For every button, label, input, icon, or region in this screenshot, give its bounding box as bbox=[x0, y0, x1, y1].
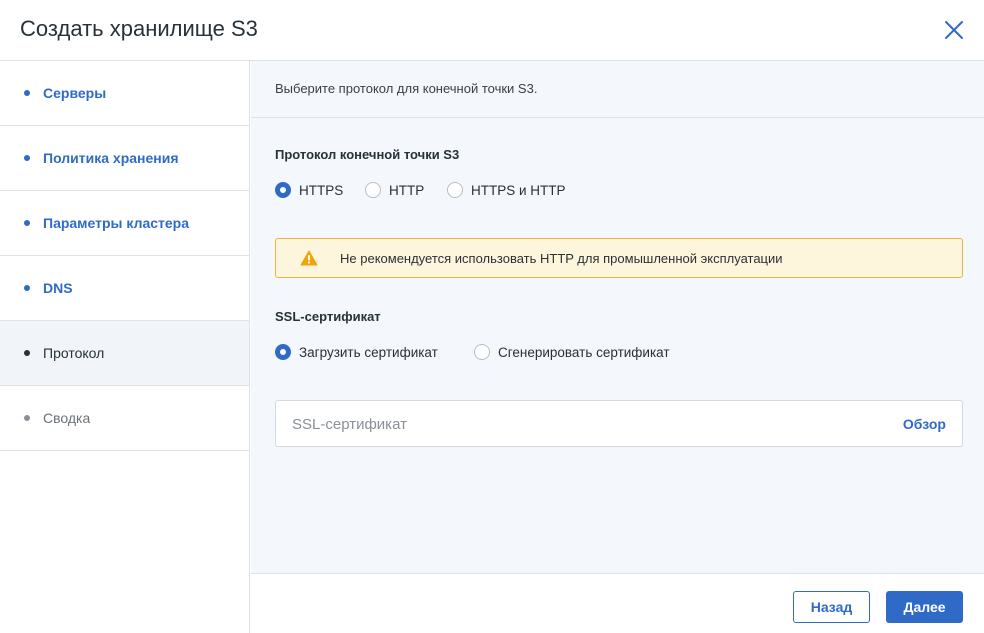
step-servers[interactable]: Серверы bbox=[0, 61, 249, 126]
back-button[interactable]: Назад bbox=[793, 591, 870, 623]
next-button[interactable]: Далее bbox=[886, 591, 963, 623]
step-label: Протокол bbox=[43, 345, 105, 361]
dialog-footer: Назад Далее bbox=[251, 573, 984, 633]
radio-https-and-http[interactable]: HTTPS и HTTP bbox=[447, 180, 566, 200]
step-label: Параметры кластера bbox=[43, 215, 190, 231]
step-label: DNS bbox=[43, 280, 73, 296]
warning-text: Не рекомендуется использовать HTTP для п… bbox=[340, 251, 783, 266]
radio-circle[interactable] bbox=[275, 344, 291, 360]
radio-label: HTTPS и HTTP bbox=[471, 182, 566, 198]
step-dot-icon bbox=[24, 350, 30, 356]
step-dot-icon bbox=[24, 155, 30, 161]
wizard-steps: Серверы Политика хранения Параметры клас… bbox=[0, 61, 250, 633]
step-protocol[interactable]: Протокол bbox=[0, 321, 249, 386]
step-dot-icon bbox=[24, 220, 30, 226]
radio-circle[interactable] bbox=[447, 182, 463, 198]
step-content: Выберите протокол для конечной точки S3.… bbox=[251, 61, 984, 573]
radio-label: Сгенерировать сертификат bbox=[498, 344, 670, 360]
step-cluster-parameters[interactable]: Параметры кластера bbox=[0, 191, 249, 256]
close-icon bbox=[945, 21, 963, 39]
ssl-section-title: SSL-сертификат bbox=[275, 309, 381, 324]
close-button[interactable] bbox=[940, 16, 968, 44]
dialog-header: Создать хранилище S3 bbox=[0, 0, 984, 61]
radio-upload-certificate[interactable]: Загрузить сертификат bbox=[275, 342, 438, 362]
step-label: Серверы bbox=[43, 85, 107, 101]
dialog-title: Создать хранилище S3 bbox=[20, 16, 258, 41]
step-summary: Сводка bbox=[0, 386, 249, 451]
ssl-certificate-placeholder: SSL-сертификат bbox=[292, 416, 407, 433]
radio-http[interactable]: HTTP bbox=[365, 180, 424, 200]
intro-bar: Выберите протокол для конечной точки S3. bbox=[251, 61, 984, 118]
radio-circle[interactable] bbox=[275, 182, 291, 198]
step-dot-icon bbox=[24, 90, 30, 96]
step-dns[interactable]: DNS bbox=[0, 256, 249, 321]
radio-circle[interactable] bbox=[365, 182, 381, 198]
step-label: Сводка bbox=[43, 410, 91, 426]
ssl-certificate-field[interactable]: SSL-сертификат Обзор bbox=[275, 400, 963, 447]
step-dot-icon bbox=[24, 415, 30, 421]
step-dot-icon bbox=[24, 285, 30, 291]
protocol-section-title: Протокол конечной точки S3 bbox=[275, 147, 460, 162]
warning-icon bbox=[300, 250, 318, 266]
step-storage-policy[interactable]: Политика хранения bbox=[0, 126, 249, 191]
http-warning-banner: Не рекомендуется использовать HTTP для п… bbox=[275, 238, 963, 278]
radio-circle[interactable] bbox=[474, 344, 490, 360]
intro-text: Выберите протокол для конечной точки S3. bbox=[275, 81, 538, 96]
radio-label: HTTPS bbox=[299, 182, 344, 198]
radio-generate-certificate[interactable]: Сгенерировать сертификат bbox=[474, 342, 670, 362]
step-label: Политика хранения bbox=[43, 150, 179, 166]
browse-button[interactable]: Обзор bbox=[903, 416, 946, 432]
radio-label: HTTP bbox=[389, 182, 425, 198]
radio-https[interactable]: HTTPS bbox=[275, 180, 343, 200]
radio-label: Загрузить сертификат bbox=[299, 344, 438, 360]
